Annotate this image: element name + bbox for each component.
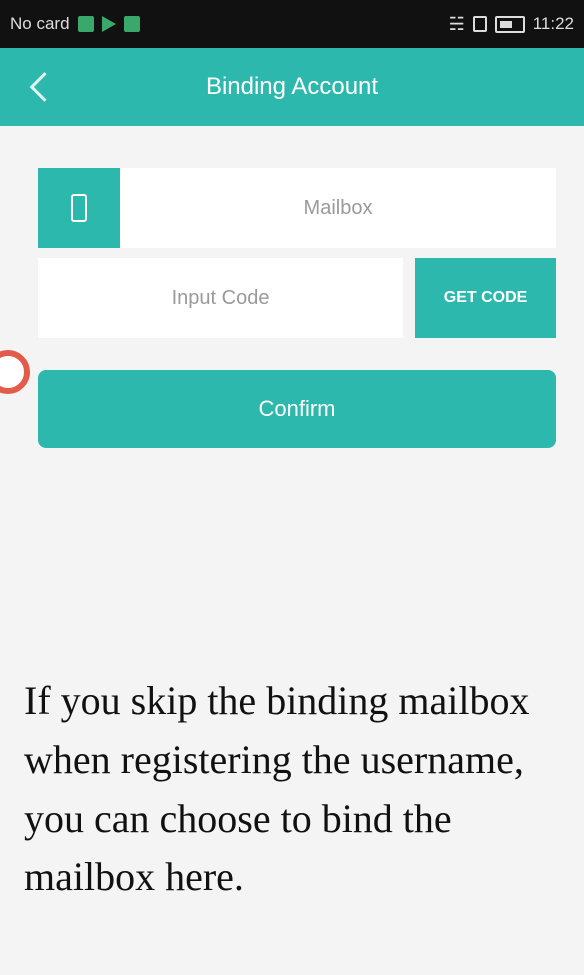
phone-icon xyxy=(71,194,87,222)
chevron-left-icon[interactable] xyxy=(29,72,60,102)
play-icon xyxy=(101,16,116,32)
app-notification-icon-2 xyxy=(123,16,140,32)
mailbox-row xyxy=(38,167,556,249)
sim-icon xyxy=(472,16,487,32)
code-row: GET CODE xyxy=(38,258,556,338)
confirm-button[interactable]: Confirm xyxy=(38,370,556,448)
app-bar: Binding Account xyxy=(0,48,584,126)
status-left: No card xyxy=(10,14,140,34)
page-title: Binding Account xyxy=(205,73,379,100)
code-input[interactable] xyxy=(38,258,404,338)
status-bar: No card ☵ 11:22 xyxy=(0,0,584,48)
app-notification-icon xyxy=(77,16,94,32)
floating-assistant-icon[interactable] xyxy=(0,350,30,394)
mailbox-input[interactable] xyxy=(120,167,556,249)
battery-icon xyxy=(494,15,525,33)
wifi-icon: ☵ xyxy=(448,14,465,34)
instruction-caption: If you skip the binding mailbox when reg… xyxy=(24,678,530,900)
status-right: ☵ 11:22 xyxy=(449,14,574,34)
phone-icon-box xyxy=(38,168,120,248)
get-code-button[interactable]: GET CODE xyxy=(415,258,556,338)
clock: 11:22 xyxy=(532,14,574,33)
carrier-text: No card xyxy=(10,14,70,33)
